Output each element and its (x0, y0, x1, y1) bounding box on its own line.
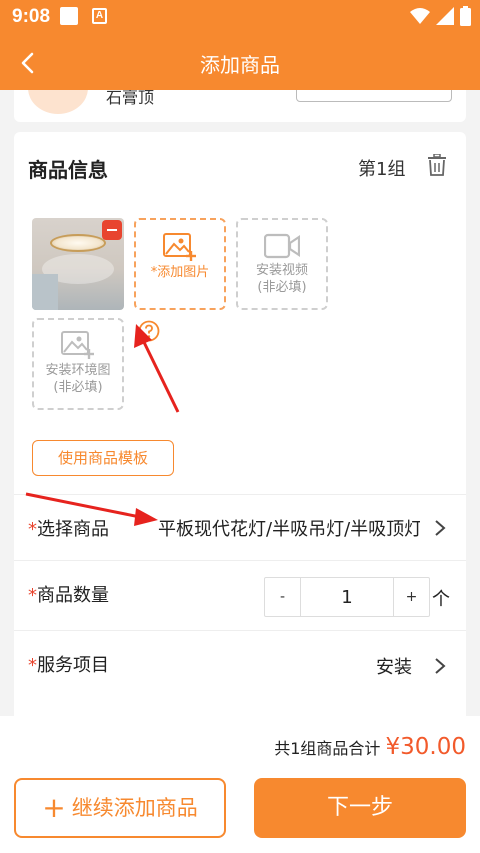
install-video-label: 安装视频 (255, 263, 308, 278)
service-item-label: *服务项目 (28, 655, 109, 676)
install-video-button[interactable]: 安装视频 (非必填) (236, 218, 328, 310)
select-product-label: *选择商品 (28, 519, 109, 540)
status-bar: 9:08 A (0, 0, 480, 34)
product-info-card: 商品信息 第1组 *添加图片 安装视频 (非必填) 安装环境图 (非必填) 使用… (14, 132, 466, 732)
decrease-quantity-button[interactable]: - (265, 578, 301, 616)
section-title: 商品信息 (28, 158, 108, 182)
install-mode-avatar (28, 90, 88, 114)
add-image-icon (61, 331, 94, 359)
nav-bar: 添加商品 (0, 34, 480, 90)
increase-quantity-button[interactable]: + (393, 578, 429, 616)
battery-icon (460, 6, 471, 26)
add-image-button[interactable]: *添加图片 (134, 218, 226, 310)
wifi-icon (410, 8, 430, 24)
total-amount: ¥30.00 (385, 734, 466, 760)
add-image-icon (163, 233, 196, 261)
continue-adding-button[interactable]: + 继续添加商品 (14, 778, 226, 838)
signal-icon (436, 7, 454, 25)
video-camera-icon (264, 233, 300, 259)
status-time: 9:08 (12, 6, 51, 27)
install-mode-label: 石膏顶 (106, 90, 155, 107)
remove-image-icon[interactable] (102, 220, 122, 240)
quantity-input[interactable] (301, 578, 393, 616)
page-title: 添加商品 (200, 53, 280, 77)
environment-image-note: (非必填) (53, 380, 103, 395)
plus-icon: + (42, 791, 66, 824)
select-product-row[interactable]: *选择商品 平板现代花灯/半吸吊灯/半吸顶灯 (14, 494, 466, 560)
add-image-label: *添加图片 (150, 265, 210, 280)
service-item-value: 安装 (376, 657, 412, 678)
quantity-unit: 个 (432, 589, 450, 610)
group-label: 第1组 (358, 159, 406, 180)
environment-image-label: 安装环境图 (45, 363, 111, 378)
reselect-mode-button[interactable] (296, 90, 452, 102)
ceiling-lamp-image (50, 234, 106, 252)
notification-square-icon (60, 7, 78, 25)
next-step-button[interactable]: 下一步 (254, 778, 466, 838)
continue-adding-label: 继续添加商品 (71, 796, 198, 820)
environment-image-button[interactable]: 安装环境图 (非必填) (32, 318, 124, 410)
footer-bar: 共1组商品合计 ¥30.00 + 继续添加商品 下一步 (0, 716, 480, 853)
chevron-right-icon (435, 658, 446, 674)
chevron-right-icon (435, 520, 446, 536)
quantity-label: *商品数量 (28, 585, 109, 606)
use-template-button[interactable]: 使用商品模板 (32, 440, 174, 476)
install-mode-card: 石膏顶 (14, 90, 466, 122)
notification-a-icon: A (92, 8, 107, 24)
selected-product-value: 平板现代花灯/半吸吊灯/半吸顶灯 (158, 519, 420, 540)
service-item-row[interactable]: *服务项目 安装 (14, 630, 466, 702)
quantity-row: *商品数量 - + 个 (14, 560, 466, 630)
product-image-thumbnail[interactable] (32, 218, 124, 310)
install-video-note: (非必填) (257, 280, 307, 295)
help-icon[interactable] (138, 320, 160, 342)
trash-icon[interactable] (427, 154, 447, 176)
total-prefix: 共1组商品合计 (274, 739, 381, 758)
quantity-stepper: - + (264, 577, 430, 617)
order-total: 共1组商品合计 ¥30.00 (274, 734, 466, 760)
